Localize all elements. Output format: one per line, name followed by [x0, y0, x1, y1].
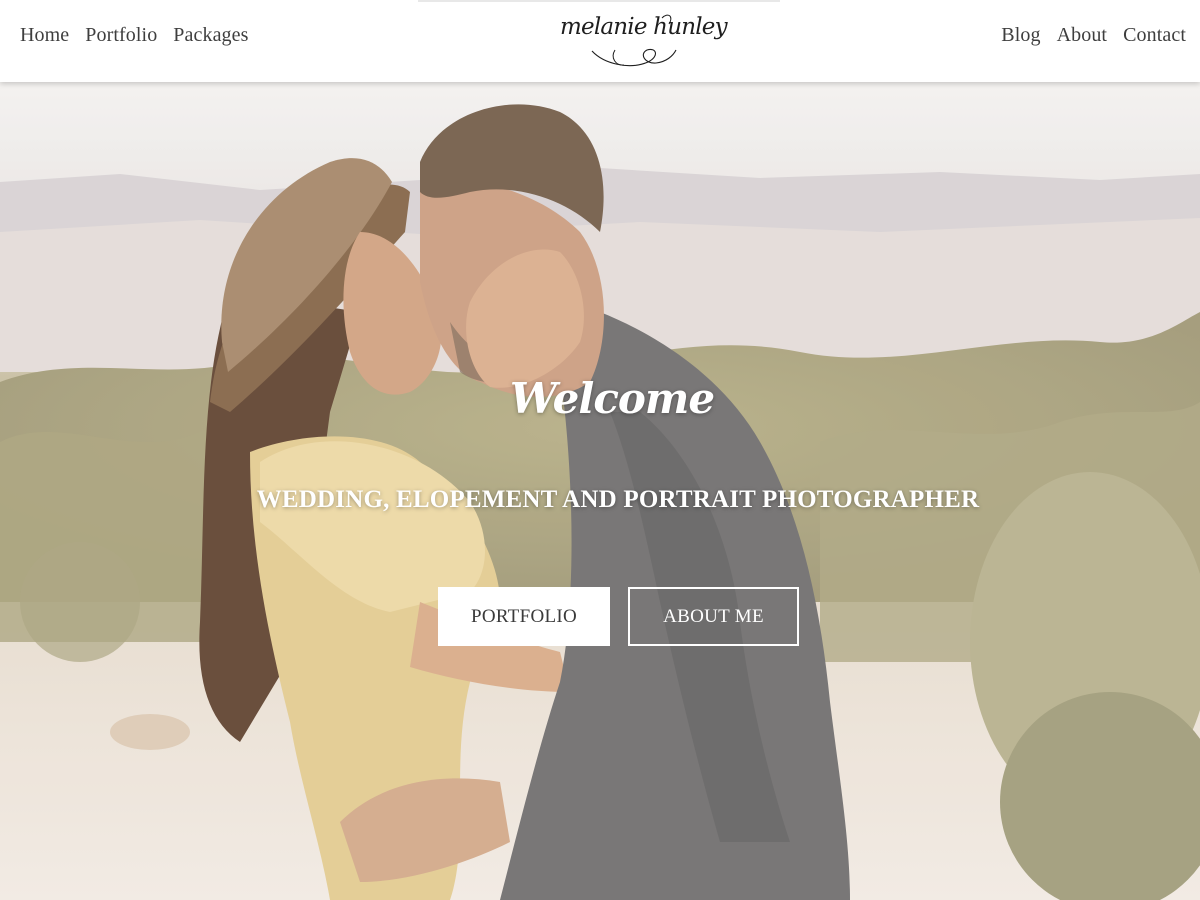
hero-subtitle: WEDDING, ELOPEMENT AND PORTRAIT PHOTOGRA…	[256, 486, 980, 513]
nav-link-portfolio[interactable]: Portfolio	[85, 24, 157, 47]
hero-title: Welcome	[509, 374, 715, 423]
nav-link-blog[interactable]: Blog	[1001, 24, 1040, 47]
hero-section: Welcome WEDDING, ELOPEMENT AND PORTRAIT …	[0, 82, 1200, 900]
portfolio-button[interactable]: PORTFOLIO	[438, 587, 610, 646]
nav-link-contact[interactable]: Contact	[1123, 24, 1186, 47]
nav-left: Home Portfolio Packages	[20, 24, 249, 47]
site-logo[interactable]: melanie hunley	[552, 4, 728, 74]
nav-right: Blog About Contact	[1001, 24, 1186, 47]
nav-link-home[interactable]: Home	[20, 24, 69, 47]
header-top-rule	[418, 0, 780, 2]
logo-flourish-icon	[591, 14, 677, 67]
about-me-button[interactable]: ABOUT ME	[628, 587, 799, 646]
site-header: Home Portfolio Packages melanie hunley B…	[0, 0, 1200, 82]
nav-link-about[interactable]: About	[1057, 24, 1108, 47]
nav-link-packages[interactable]: Packages	[173, 24, 248, 47]
